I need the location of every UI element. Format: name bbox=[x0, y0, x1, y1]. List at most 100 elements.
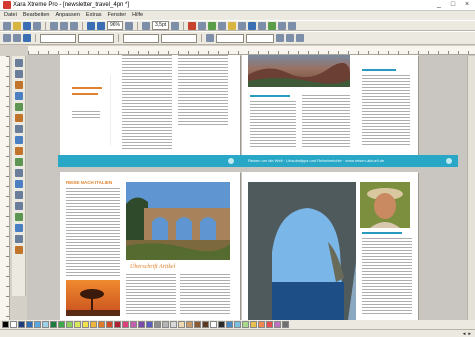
scale-field[interactable] bbox=[216, 33, 244, 43]
palette-swatch[interactable] bbox=[66, 321, 73, 328]
palette-swatch[interactable] bbox=[194, 321, 201, 328]
document-canvas[interactable]: Reisen um die Welt · Urlaubstipps und Re… bbox=[27, 55, 475, 320]
color-icon[interactable] bbox=[188, 21, 197, 30]
fill-tool-icon[interactable] bbox=[14, 147, 23, 155]
layers-icon[interactable] bbox=[208, 21, 217, 30]
palette-swatch[interactable] bbox=[162, 321, 169, 328]
menu-item-extras[interactable]: Extras bbox=[86, 11, 102, 20]
grid-icon[interactable] bbox=[198, 21, 207, 30]
blend-tool-icon[interactable] bbox=[14, 213, 23, 221]
palette-swatch[interactable] bbox=[170, 321, 177, 328]
palette-swatch[interactable] bbox=[226, 321, 233, 328]
cut-icon[interactable] bbox=[50, 21, 58, 30]
palette-swatch[interactable] bbox=[34, 321, 41, 328]
text-tool-icon[interactable] bbox=[14, 136, 23, 144]
fill-icon[interactable] bbox=[228, 21, 237, 30]
flip-icon[interactable] bbox=[276, 34, 284, 42]
zoom-tool-icon[interactable] bbox=[14, 235, 23, 243]
shape-editor-tool-icon[interactable] bbox=[14, 70, 23, 78]
rectangle-tool-icon[interactable] bbox=[14, 103, 23, 111]
freehand-tool-icon[interactable] bbox=[14, 81, 23, 89]
page-banner[interactable]: Reisen um die Welt · Urlaubstipps und Re… bbox=[58, 155, 458, 167]
menu-item-fenster[interactable]: Fenster bbox=[108, 11, 127, 20]
pointer-icon[interactable] bbox=[296, 34, 304, 42]
line-width-field[interactable]: 3,5pt bbox=[152, 21, 170, 30]
palette-swatch[interactable] bbox=[154, 321, 161, 328]
palette-swatch[interactable] bbox=[10, 321, 17, 328]
rotate-icon[interactable] bbox=[286, 34, 294, 42]
palette-swatch[interactable] bbox=[58, 321, 65, 328]
palette-swatch[interactable] bbox=[258, 321, 265, 328]
minimize-button[interactable]: _ bbox=[435, 0, 443, 10]
live-effects-tool-icon[interactable] bbox=[14, 224, 23, 232]
menu-item-bearbeiten[interactable]: Bearbeiten bbox=[23, 11, 50, 20]
zoom-icon[interactable] bbox=[125, 21, 134, 30]
page-top-right[interactable] bbox=[242, 55, 418, 161]
palette-swatch[interactable] bbox=[274, 321, 281, 328]
palette-swatch[interactable] bbox=[234, 321, 241, 328]
palette-swatch[interactable] bbox=[202, 321, 209, 328]
zoom-field[interactable]: 96% bbox=[107, 21, 124, 30]
palette-swatch[interactable] bbox=[266, 321, 273, 328]
contour-tool-icon[interactable] bbox=[14, 180, 23, 188]
width-field[interactable] bbox=[123, 33, 159, 43]
menu-item-hilfe[interactable]: Hilfe bbox=[132, 11, 143, 20]
shadow-tool-icon[interactable] bbox=[14, 202, 23, 210]
vertical-scrollbar[interactable] bbox=[467, 56, 475, 320]
select-icon[interactable] bbox=[3, 34, 11, 42]
help-icon[interactable] bbox=[288, 21, 297, 30]
bevel-icon[interactable] bbox=[258, 21, 267, 30]
undo-icon[interactable] bbox=[87, 21, 95, 30]
close-button[interactable]: × bbox=[463, 0, 471, 10]
selector-tool-icon[interactable] bbox=[14, 59, 23, 67]
pen-tool-icon[interactable] bbox=[14, 92, 23, 100]
palette-swatch[interactable] bbox=[178, 321, 185, 328]
copy-icon[interactable] bbox=[60, 21, 68, 30]
menu-item-datei[interactable]: Datei bbox=[4, 11, 17, 20]
palette-swatch[interactable] bbox=[18, 321, 25, 328]
new-file-icon[interactable] bbox=[3, 21, 11, 30]
palette-swatch[interactable] bbox=[138, 321, 145, 328]
palette-swatch[interactable] bbox=[250, 321, 257, 328]
palette-swatch[interactable] bbox=[50, 321, 57, 328]
palette-swatch[interactable] bbox=[186, 321, 193, 328]
palette-swatch[interactable] bbox=[74, 321, 81, 328]
rotate-field[interactable] bbox=[246, 33, 274, 43]
palette-swatch[interactable] bbox=[98, 321, 105, 328]
palette-swatch[interactable] bbox=[210, 321, 217, 328]
push-tool-icon[interactable] bbox=[14, 246, 23, 254]
mould-tool-icon[interactable] bbox=[14, 169, 23, 177]
transparency-icon[interactable] bbox=[238, 21, 247, 30]
arrow-icon[interactable] bbox=[23, 34, 31, 42]
paste-icon[interactable] bbox=[70, 21, 78, 30]
palette-swatch[interactable] bbox=[114, 321, 121, 328]
quickshape-tool-icon[interactable] bbox=[14, 125, 23, 133]
print-icon[interactable] bbox=[33, 21, 41, 30]
shape-icon[interactable] bbox=[13, 34, 21, 42]
palette-swatch[interactable] bbox=[146, 321, 153, 328]
palette-swatch[interactable] bbox=[42, 321, 49, 328]
line-width-icon[interactable] bbox=[142, 21, 151, 30]
palette-swatch[interactable] bbox=[130, 321, 137, 328]
palette-swatch[interactable] bbox=[90, 321, 97, 328]
page-bottom-left[interactable]: REISE NACH ITALIEN Überschrift Artikel bbox=[60, 172, 240, 320]
palette-swatch[interactable] bbox=[218, 321, 225, 328]
palette-swatch[interactable] bbox=[82, 321, 89, 328]
palette-swatch[interactable] bbox=[2, 321, 9, 328]
palette-swatch[interactable] bbox=[282, 321, 289, 328]
ellipse-tool-icon[interactable] bbox=[14, 114, 23, 122]
contour-icon[interactable] bbox=[268, 21, 277, 30]
page-top-left[interactable] bbox=[60, 55, 240, 161]
maximize-button[interactable]: □ bbox=[449, 0, 457, 10]
bevel-tool-icon[interactable] bbox=[14, 191, 23, 199]
palette-swatch[interactable] bbox=[122, 321, 129, 328]
bitmap-icon[interactable] bbox=[218, 21, 227, 30]
palette-swatch[interactable] bbox=[106, 321, 113, 328]
height-field[interactable] bbox=[161, 33, 197, 43]
align-icon[interactable] bbox=[171, 21, 180, 30]
redo-icon[interactable] bbox=[97, 21, 105, 30]
open-file-icon[interactable] bbox=[13, 21, 21, 30]
lock-aspect-icon[interactable] bbox=[206, 34, 214, 42]
palette-swatch[interactable] bbox=[26, 321, 33, 328]
palette-swatch[interactable] bbox=[242, 321, 249, 328]
